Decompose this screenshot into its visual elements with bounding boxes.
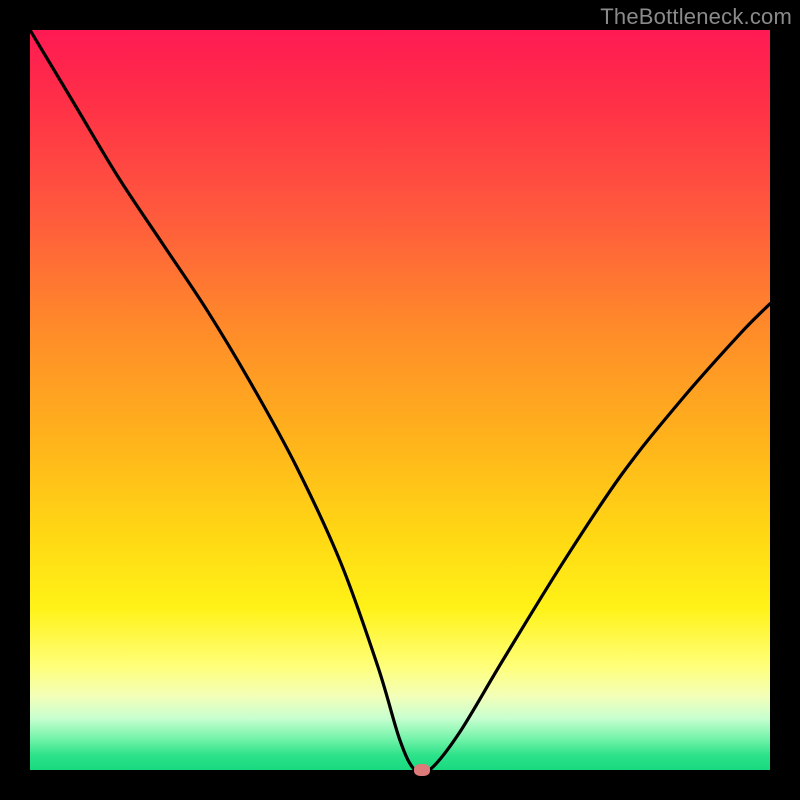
bottleneck-marker bbox=[414, 764, 430, 776]
watermark-text: TheBottleneck.com bbox=[600, 4, 792, 30]
bottleneck-curve-path bbox=[30, 30, 770, 770]
curve-svg bbox=[30, 30, 770, 770]
chart-frame: TheBottleneck.com bbox=[0, 0, 800, 800]
plot-area bbox=[30, 30, 770, 770]
